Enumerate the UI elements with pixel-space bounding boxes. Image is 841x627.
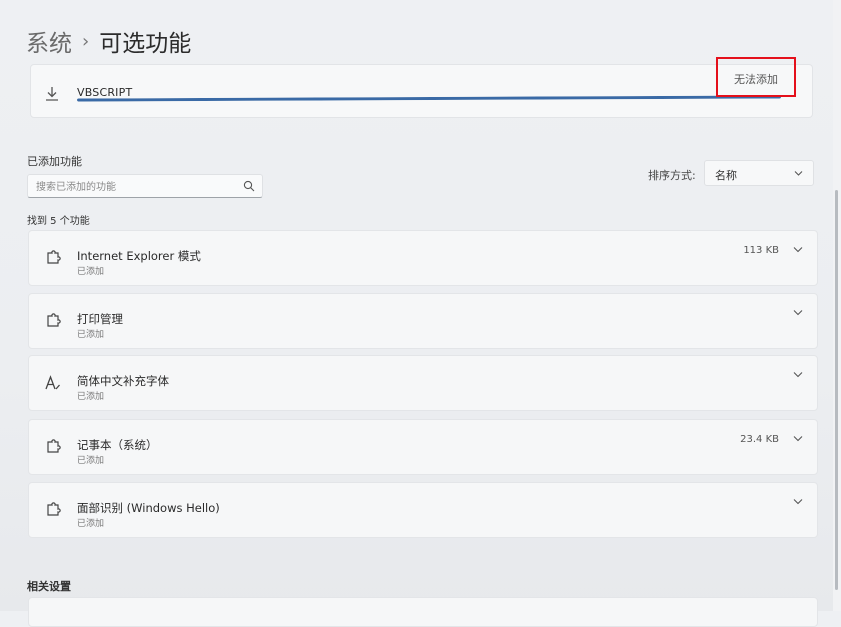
chevron-down-icon[interactable] bbox=[793, 371, 803, 378]
feature-name: 记事本（系统） bbox=[77, 438, 158, 452]
search-icon[interactable] bbox=[243, 180, 255, 192]
installing-feature-name: VBSCRIPT bbox=[77, 86, 133, 99]
found-count-text: 找到 5 个功能 bbox=[27, 216, 90, 227]
puzzle-icon bbox=[47, 439, 61, 453]
search-added-features-input[interactable] bbox=[34, 178, 238, 196]
feature-status: 已添加 bbox=[77, 267, 105, 277]
sort-label: 排序方式: bbox=[648, 169, 696, 182]
search-box[interactable] bbox=[27, 174, 263, 198]
feature-name: 面部识别 (Windows Hello) bbox=[77, 501, 220, 515]
feature-row-chinese-fonts[interactable]: 简体中文补充字体 已添加 bbox=[28, 355, 818, 411]
font-icon bbox=[45, 375, 60, 390]
download-icon bbox=[46, 87, 58, 101]
feature-size: 23.4 KB bbox=[740, 434, 779, 445]
highlight-box bbox=[716, 57, 796, 97]
related-settings-title: 相关设置 bbox=[27, 580, 71, 593]
feature-name: 简体中文补充字体 bbox=[77, 374, 169, 388]
install-progress-bar bbox=[76, 95, 782, 102]
scrollbar-thumb[interactable] bbox=[835, 190, 838, 590]
sort-dropdown-value: 名称 bbox=[715, 169, 737, 182]
puzzle-icon bbox=[47, 502, 61, 516]
install-progress-fill bbox=[76, 95, 782, 102]
feature-row-internet-explorer[interactable]: Internet Explorer 模式 已添加 113 KB bbox=[28, 230, 818, 286]
feature-status: 已添加 bbox=[77, 519, 105, 529]
chevron-down-icon bbox=[794, 171, 803, 176]
feature-status: 已添加 bbox=[77, 392, 105, 402]
sort-dropdown[interactable]: 名称 bbox=[704, 160, 814, 186]
chevron-down-icon[interactable] bbox=[793, 246, 803, 253]
feature-name: Internet Explorer 模式 bbox=[77, 249, 201, 263]
chevron-down-icon[interactable] bbox=[793, 309, 803, 316]
feature-status: 已添加 bbox=[77, 456, 105, 466]
related-settings-card[interactable] bbox=[28, 597, 818, 627]
chevron-down-icon[interactable] bbox=[793, 498, 803, 505]
feature-status: 已添加 bbox=[77, 330, 105, 340]
page-title: 可选功能 bbox=[99, 31, 192, 57]
feature-size: 113 KB bbox=[743, 245, 779, 256]
breadcrumb: 系统 › 可选功能 bbox=[26, 24, 191, 58]
added-features-title: 已添加功能 bbox=[27, 155, 82, 168]
install-progress-card: VBSCRIPT 无法添加 bbox=[30, 64, 813, 118]
feature-row-notepad[interactable]: 记事本（系统） 已添加 23.4 KB bbox=[28, 419, 818, 475]
chevron-down-icon[interactable] bbox=[793, 435, 803, 442]
feature-name: 打印管理 bbox=[77, 312, 123, 326]
feature-row-windows-hello-face[interactable]: 面部识别 (Windows Hello) 已添加 bbox=[28, 482, 818, 538]
puzzle-icon bbox=[47, 250, 61, 264]
feature-row-print-management[interactable]: 打印管理 已添加 bbox=[28, 293, 818, 349]
puzzle-icon bbox=[47, 313, 61, 327]
breadcrumb-parent-system[interactable]: 系统 bbox=[26, 24, 72, 58]
breadcrumb-separator: › bbox=[82, 30, 90, 52]
